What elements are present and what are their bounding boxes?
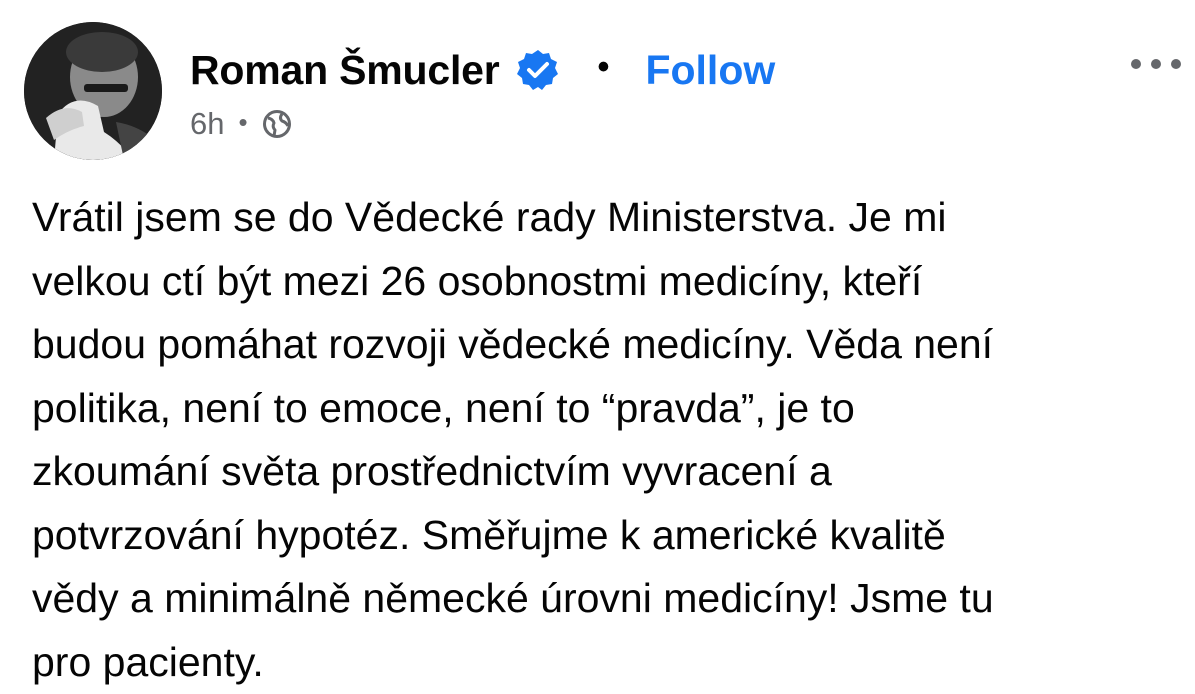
post-meta: 6h • (190, 104, 292, 144)
more-horizontal-icon[interactable] (1131, 48, 1181, 80)
author-name[interactable]: Roman Šmucler (190, 47, 500, 94)
author-avatar[interactable] (24, 22, 162, 160)
post-text-line: Vrátil jsem se do Vědecké rady Ministers… (32, 186, 1172, 250)
post-text-line: pro pacienty. (32, 631, 1172, 694)
globe-icon[interactable] (262, 109, 292, 139)
meta-separator: • (238, 107, 247, 138)
post-text-line: potvrzování hypotéz. Směřujme k americké… (32, 504, 1172, 568)
feed-post: Roman Šmucler • Follow 6h • Vrátil jsem … (0, 0, 1195, 692)
header-separator: • (598, 48, 610, 87)
post-text-line: budou pomáhat rozvoji vědecké medicíny. … (32, 313, 1172, 377)
follow-button[interactable]: Follow (645, 47, 775, 94)
post-text-line: zkoumání světa prostřednictvím vyvracení… (32, 440, 1172, 504)
more-dot (1131, 59, 1141, 69)
more-dot (1151, 59, 1161, 69)
profile-photo-icon (24, 22, 162, 160)
post-body: Vrátil jsem se do Vědecké rady Ministers… (32, 186, 1172, 694)
post-text-line: vědy a minimálně německé úrovni medicíny… (32, 567, 1172, 631)
post-timestamp[interactable]: 6h (190, 106, 224, 142)
post-header: Roman Šmucler • Follow (190, 38, 775, 102)
post-text-line: velkou ctí být mezi 26 osobnostmi medicí… (32, 250, 1172, 314)
more-dot (1171, 59, 1181, 69)
verified-badge-icon (516, 48, 560, 92)
post-text-line: politika, není to emoce, není to “pravda… (32, 377, 1172, 441)
